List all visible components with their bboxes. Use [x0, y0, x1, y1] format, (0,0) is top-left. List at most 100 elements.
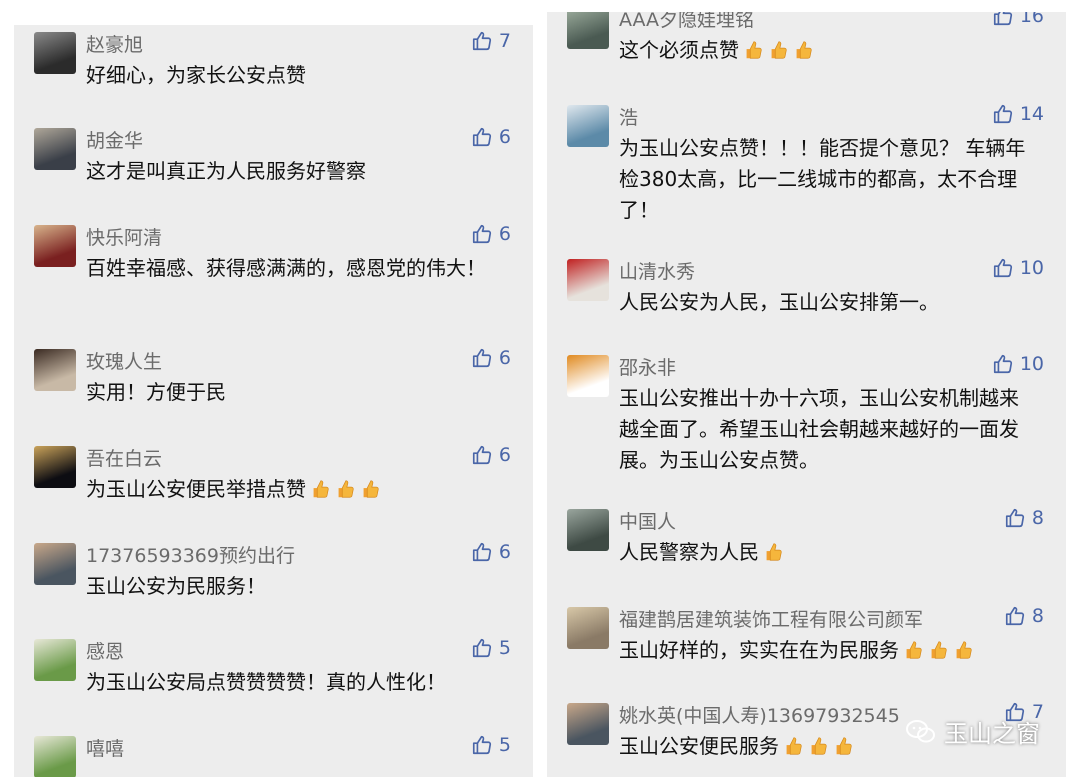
like-button[interactable]: 6: [471, 223, 511, 245]
like-button[interactable]: 8: [1004, 605, 1044, 627]
thumbs-up-emoji-icon: [927, 639, 949, 661]
thumbs-up-emoji-icon: [807, 735, 829, 757]
like-count: 5: [498, 734, 511, 756]
avatar[interactable]: [34, 446, 76, 488]
comment-text: 这才是叫真正为人民服务好警察: [86, 156, 503, 187]
comment-text: 玉山公安推出十办十六项，玉山公安机制越来越全面了。希望玉山社会朝越来越好的一面发…: [619, 383, 1036, 476]
thumbs-up-emoji-icon: [334, 478, 356, 500]
comment-text: 实用！方便于民: [86, 377, 503, 408]
avatar[interactable]: [34, 543, 76, 585]
avatar[interactable]: [567, 703, 609, 745]
like-count: 10: [1019, 353, 1044, 375]
like-count: 16: [1019, 12, 1044, 27]
comment-text-content: 好细心，为家长公安点赞: [86, 63, 306, 87]
commenter-name: 玫瑰人生: [86, 351, 163, 373]
like-button[interactable]: 10: [992, 257, 1044, 279]
comment-text-content: 人民警察为人民: [619, 540, 759, 564]
like-button[interactable]: 16: [992, 12, 1044, 27]
thumbs-up-icon: [471, 734, 493, 756]
like-button[interactable]: 14: [992, 103, 1044, 125]
like-button[interactable]: 5: [471, 637, 511, 659]
thumbs-up-emoji-icon: [742, 39, 764, 61]
comment-text-content: 玉山公安为民服务！: [86, 574, 266, 598]
like-button[interactable]: 7: [471, 30, 511, 52]
commenter-name: 17376593369预约出行: [86, 545, 295, 567]
thumbs-up-icon: [471, 444, 493, 466]
avatar[interactable]: [34, 639, 76, 681]
like-button[interactable]: 10: [992, 353, 1044, 375]
thumbs-up-icon: [1004, 605, 1026, 627]
thumbs-up-icon: [471, 637, 493, 659]
thumbs-up-icon: [471, 223, 493, 245]
like-button[interactable]: 6: [471, 347, 511, 369]
commenter-name: 胡金华: [86, 130, 144, 152]
comment-text: 玉山好样的，实实在在为民服务: [619, 635, 1036, 666]
comment-text-content: 实用！方便于民: [86, 380, 226, 404]
thumbs-up-icon: [992, 353, 1014, 375]
avatar[interactable]: [34, 225, 76, 267]
avatar[interactable]: [567, 259, 609, 301]
comment-panel-right: AAA夕隐娃埋铭 16 这个必须点赞浩 14 为玉山公安点赞！！！能否提个意见？ 车辆年…: [547, 12, 1066, 777]
avatar[interactable]: [34, 32, 76, 74]
commenter-name: 感恩: [86, 641, 125, 663]
commenter-name: 山清水秀: [619, 261, 696, 283]
like-count: 10: [1019, 257, 1044, 279]
like-button[interactable]: 6: [471, 444, 511, 466]
thumbs-up-emoji-icon: [767, 39, 789, 61]
thumbs-up-icon: [992, 12, 1014, 27]
comment-text-content: 为玉山公安便民举措点赞: [86, 477, 306, 501]
comment-text-content: 人民公安为人民，玉山公安排第一。: [619, 290, 939, 314]
comment-text: 为玉山公安局点赞赞赞赞！真的人性化！: [86, 667, 503, 698]
avatar[interactable]: [34, 349, 76, 391]
like-button[interactable]: 6: [471, 541, 511, 563]
commenter-name: 吾在白云: [86, 448, 163, 470]
thumbs-up-icon: [471, 126, 493, 148]
comment-text: 为玉山公安点赞！！！能否提个意见？ 车辆年检380太高，比一二线城市的都高，太不…: [619, 133, 1036, 226]
comment-panel-left: 赵豪旭 7 好细心，为家长公安点赞 胡金华 6 这才是叫真正为人民服务好警察 快乐阿清 6 百姓…: [14, 25, 533, 777]
commenter-name: 姚水英(中国人寿)13697932545: [619, 705, 900, 727]
commenter-name: AAA夕隐娃埋铭: [619, 12, 755, 31]
comment-text-content: 玉山公安推出十办十六项，玉山公安机制越来越全面了。希望玉山社会朝越来越好的一面发…: [619, 386, 1019, 472]
avatar[interactable]: [567, 509, 609, 551]
comment-text-content: 为玉山公安局点赞赞赞赞！真的人性化！: [86, 670, 446, 694]
thumbs-up-emoji-icon: [309, 478, 331, 500]
avatar[interactable]: [34, 128, 76, 170]
like-count: 6: [498, 223, 511, 245]
like-count: 6: [498, 541, 511, 563]
commenter-name: 嘻嘻: [86, 738, 125, 760]
avatar[interactable]: [567, 12, 609, 49]
comment-text-content: 这个必须点赞: [619, 38, 739, 62]
thumbs-up-icon: [471, 541, 493, 563]
avatar[interactable]: [567, 355, 609, 397]
thumbs-up-emoji-icon: [832, 735, 854, 757]
thumbs-up-emoji-icon: [792, 39, 814, 61]
thumbs-up-emoji-icon: [902, 639, 924, 661]
watermark-text: 玉山之窗: [944, 720, 1040, 748]
comment-text: 为玉山公安便民举措点赞: [86, 474, 503, 505]
thumbs-up-icon: [1004, 507, 1026, 529]
thumbs-up-icon: [992, 257, 1014, 279]
like-button[interactable]: 6: [471, 126, 511, 148]
commenter-name: 邵永非: [619, 357, 677, 379]
comment-text: 百姓幸福感、获得感满满的，感恩党的伟大！: [86, 253, 503, 284]
comment-text: 人民公安为人民，玉山公安排第一。: [619, 287, 1036, 318]
commenter-name: 快乐阿清: [86, 227, 163, 249]
comment-text-content: 玉山好样的，实实在在为民服务: [619, 638, 899, 662]
like-count: 5: [498, 637, 511, 659]
like-count: 6: [498, 126, 511, 148]
commenter-name: 福建鹊居建筑装饰工程有限公司颜军: [619, 609, 924, 631]
watermark: 玉山之窗: [906, 714, 1040, 749]
like-button[interactable]: 5: [471, 734, 511, 756]
thumbs-up-icon: [471, 30, 493, 52]
like-count: 8: [1031, 605, 1044, 627]
comment-text: 好细心，为家长公安点赞: [86, 60, 503, 91]
avatar[interactable]: [567, 105, 609, 147]
like-count: 6: [498, 444, 511, 466]
avatar[interactable]: [34, 736, 76, 777]
avatar[interactable]: [567, 607, 609, 649]
thumbs-up-emoji-icon: [762, 541, 784, 563]
thumbs-up-icon: [471, 347, 493, 369]
thumbs-up-icon: [992, 103, 1014, 125]
like-button[interactable]: 8: [1004, 507, 1044, 529]
like-count: 6: [498, 347, 511, 369]
